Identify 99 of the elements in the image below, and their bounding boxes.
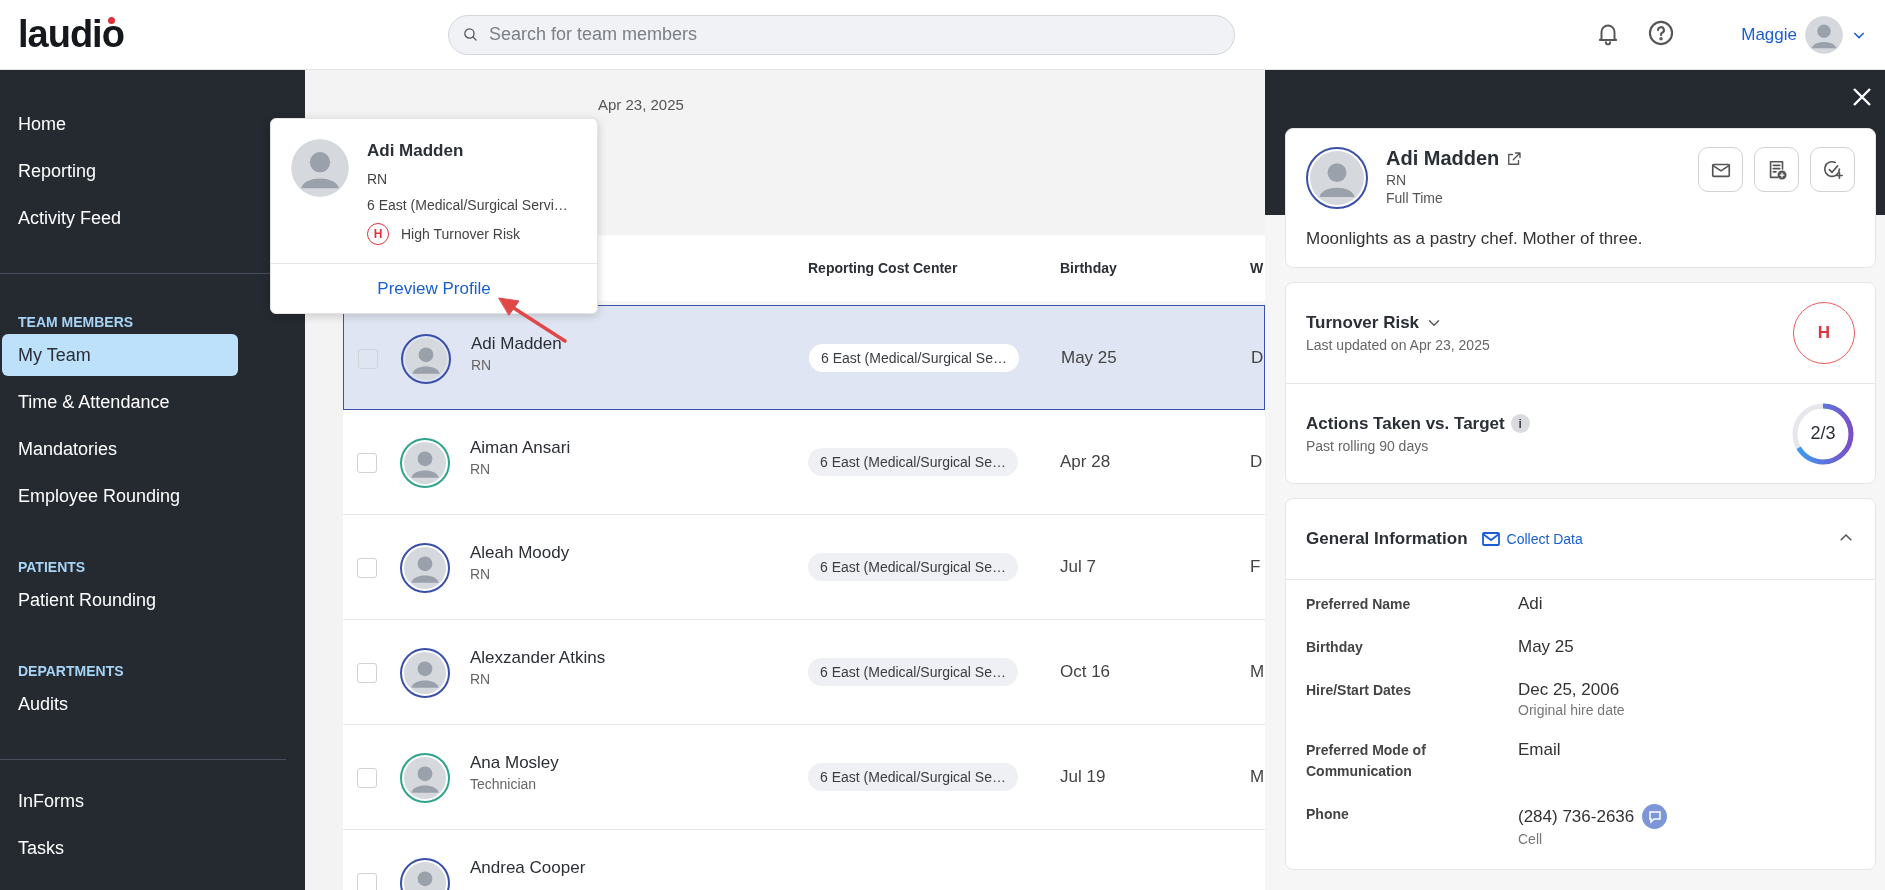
sidebar-heading: DEPARTMENTS (17, 663, 125, 679)
sidebar-item[interactable]: Patient Rounding (2, 579, 238, 621)
sidebar-item[interactable]: Mandatories (2, 428, 238, 470)
field-value: May 25 (1518, 637, 1574, 657)
field-value: Email (1518, 740, 1561, 760)
metric-title: Turnover Risk (1306, 313, 1420, 333)
birthday-cell-text: Jul 19 (1060, 767, 1107, 787)
field-note: Original hire date (1518, 702, 1626, 718)
person-name: Alexzander Atkins (470, 648, 607, 668)
person-avatar (1306, 147, 1368, 209)
person-role: RN (470, 461, 492, 477)
popup-name: Adi Madden (367, 141, 465, 161)
column-header: W (1250, 260, 1265, 276)
row-checkbox[interactable] (357, 663, 377, 683)
popup-unit: 6 East (Medical/Surgical Servi… (367, 197, 568, 213)
field-label: Hire/Start Dates (1306, 681, 1413, 700)
metric-title: Actions Taken vs. Target (1306, 413, 1505, 434)
birthday-cell-text: Jul 7 (1060, 557, 1097, 577)
table-cell: M (1250, 767, 1265, 787)
employment-type: Full Time (1386, 190, 1444, 206)
metric-subtitle: Past rolling 90 days (1306, 437, 1430, 454)
person-role: RN (470, 671, 492, 687)
logo: laudio (18, 13, 124, 56)
cost-center-tag: 6 East (Medical/Surgical Se… (808, 448, 1018, 476)
table-cell: M (1250, 662, 1265, 682)
table-row[interactable]: Alexzander Atkins RN 6 East (Medical/Surgical Se… Oct 16 M (343, 620, 1265, 725)
progress-reading: 2/3 (1810, 423, 1836, 444)
sidebar-heading: TEAM MEMBERS (17, 314, 135, 330)
row-checkbox[interactable] (357, 558, 377, 578)
table-row[interactable]: Aiman Ansari RN 6 East (Medical/Surgical Se… Apr 28 D (343, 410, 1265, 515)
chat-icon[interactable] (1642, 804, 1668, 829)
sidebar-item[interactable]: Reporting (2, 150, 238, 192)
person-name: Aiman Ansari (470, 438, 572, 458)
profile-note: Moonlights as a pastry chef. Mother of three. (1305, 228, 1644, 250)
sidebar-item[interactable]: InForms (2, 780, 238, 822)
field-value: Dec 25, 2006 (1518, 680, 1620, 700)
row-checkbox[interactable] (357, 453, 377, 473)
help-icon (1647, 19, 1676, 47)
section-title: General Information (1306, 529, 1468, 549)
table-row[interactable]: Ana Mosley Technician 6 East (Medical/Surgical Se… Jul 19 M (343, 725, 1265, 830)
cost-center-tag: 6 East (Medical/Surgical Se… (809, 344, 1019, 372)
profile-role: RN (1386, 172, 1408, 188)
field-label: Preferred Mode of Communication (1306, 741, 1427, 781)
field-value: Adi (1518, 594, 1543, 614)
person-name: Andrea Cooper (470, 858, 587, 878)
user-menu[interactable]: Maggie (1741, 15, 1867, 54)
row-checkbox[interactable] (358, 349, 378, 369)
sidebar-item[interactable]: Home (2, 103, 238, 145)
check-plus-icon (1821, 158, 1844, 181)
column-header: Reporting Cost Center (808, 260, 959, 276)
cost-center-tag: 6 East (Medical/Surgical Se… (808, 658, 1018, 686)
mail-icon (1481, 532, 1500, 546)
field-label: Birthday (1306, 638, 1364, 657)
table-row[interactable]: Andrea Cooper (343, 830, 1265, 890)
person-name: Adi Madden (471, 334, 563, 354)
birthday-cell-text: May 25 (1061, 348, 1118, 368)
external-link-icon[interactable] (1505, 149, 1524, 168)
person-role: RN (471, 357, 493, 373)
field-label: Phone (1306, 805, 1350, 824)
add-note-button[interactable] (1754, 147, 1799, 192)
person-avatar (291, 139, 349, 197)
field-note: Cell (1518, 831, 1544, 847)
sidebar-heading: PATIENTS (17, 559, 87, 575)
person-name: Ana Mosley (470, 753, 560, 773)
field-value: (284) 736-2636 (1518, 806, 1635, 827)
risk-label: High Turnover Risk (401, 226, 521, 242)
search-field[interactable]: Search for team members (448, 14, 1235, 55)
sidebar-item[interactable]: Time & Attendance (2, 381, 238, 423)
close-icon (1851, 86, 1873, 108)
table-cell-text: F (1250, 557, 1262, 577)
person-name: Aleah Moody (470, 543, 571, 563)
cost-center-tag: 6 East (Medical/Surgical Se… (808, 553, 1018, 581)
table-row[interactable]: Aleah Moody RN 6 East (Medical/Surgical Se… Jul 7 F (343, 515, 1265, 620)
table-row[interactable]: Adi Madden RN 6 East (Medical/Surgical Se… May 25 D (343, 305, 1265, 410)
field-label: Preferred Name (1306, 595, 1412, 614)
cost-center-tag: 6 East (Medical/Surgical Se… (808, 763, 1018, 791)
birthday-cell-text: Apr 28 (1060, 452, 1112, 472)
table-cell-text: D (1250, 452, 1264, 472)
column-header: Birthday (1060, 260, 1118, 276)
birthday-cell-text: Oct 16 (1060, 662, 1112, 682)
info-badge[interactable]: i (1510, 414, 1530, 433)
sidebar-item[interactable]: Tasks (2, 827, 238, 869)
sidebar-item[interactable]: My Team (2, 334, 238, 376)
table-cell: D (1251, 348, 1264, 368)
sidebar-item[interactable]: Employee Rounding (2, 475, 238, 517)
date-text: Apr 23, 2025 (598, 96, 684, 113)
row-checkbox[interactable] (357, 873, 377, 890)
person-role: Technician (470, 776, 538, 792)
profile-name: Adi Madden (1386, 147, 1500, 170)
person-role: RN (470, 566, 492, 582)
sidebar-item[interactable]: Audits (2, 683, 238, 725)
collect-data-link[interactable]: Collect Data (1481, 531, 1583, 547)
sidebar-item[interactable]: Activity Feed (2, 197, 238, 239)
add-action-button[interactable] (1810, 147, 1855, 192)
metric-subtitle: Last updated on Apr 23, 2025 (1306, 337, 1490, 353)
row-checkbox[interactable] (357, 768, 377, 788)
email-button[interactable] (1698, 147, 1743, 192)
popup-role: RN (367, 171, 389, 187)
user-avatar (1805, 15, 1843, 54)
